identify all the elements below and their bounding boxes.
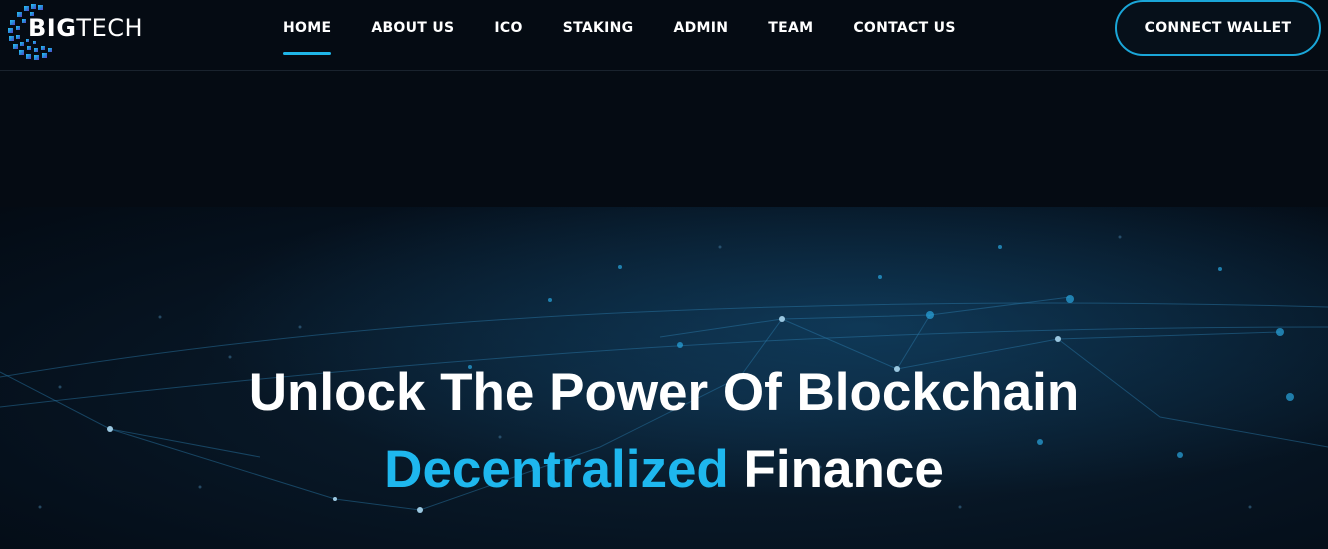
nav-item-contact-us[interactable]: CONTACT US	[853, 0, 955, 50]
nav-item-admin[interactable]: ADMIN	[673, 0, 728, 50]
hero-top-band	[0, 71, 1328, 207]
site-header: BIGTECH HOME ABOUT US ICO STAKING ADMIN …	[0, 0, 1328, 71]
page: BIGTECH HOME ABOUT US ICO STAKING ADMIN …	[0, 0, 1328, 549]
nav-item-home[interactable]: HOME	[283, 0, 332, 55]
brand-logo[interactable]: BIGTECH	[6, 0, 146, 64]
hero-headline: Unlock The Power Of Blockchain	[248, 363, 1080, 422]
brand-name-bold: BIG	[28, 14, 77, 42]
nav-item-ico[interactable]: ICO	[494, 0, 522, 50]
nav-item-team[interactable]: TEAM	[768, 0, 813, 50]
brand-name: BIGTECH	[28, 14, 143, 42]
connect-wallet-button[interactable]: CONNECT WALLET	[1115, 0, 1321, 56]
hero-subheadline: Decentralized Finance	[0, 440, 1328, 500]
nav-item-about-us[interactable]: ABOUT US	[371, 0, 454, 50]
brand-name-light: TECH	[76, 14, 144, 42]
main-nav: HOME ABOUT US ICO STAKING ADMIN TEAM CON…	[283, 0, 996, 70]
hero-subheadline-plain: Finance	[743, 440, 944, 499]
nav-item-staking[interactable]: STAKING	[563, 0, 634, 50]
hero-subheadline-accent: Decentralized	[384, 440, 729, 499]
